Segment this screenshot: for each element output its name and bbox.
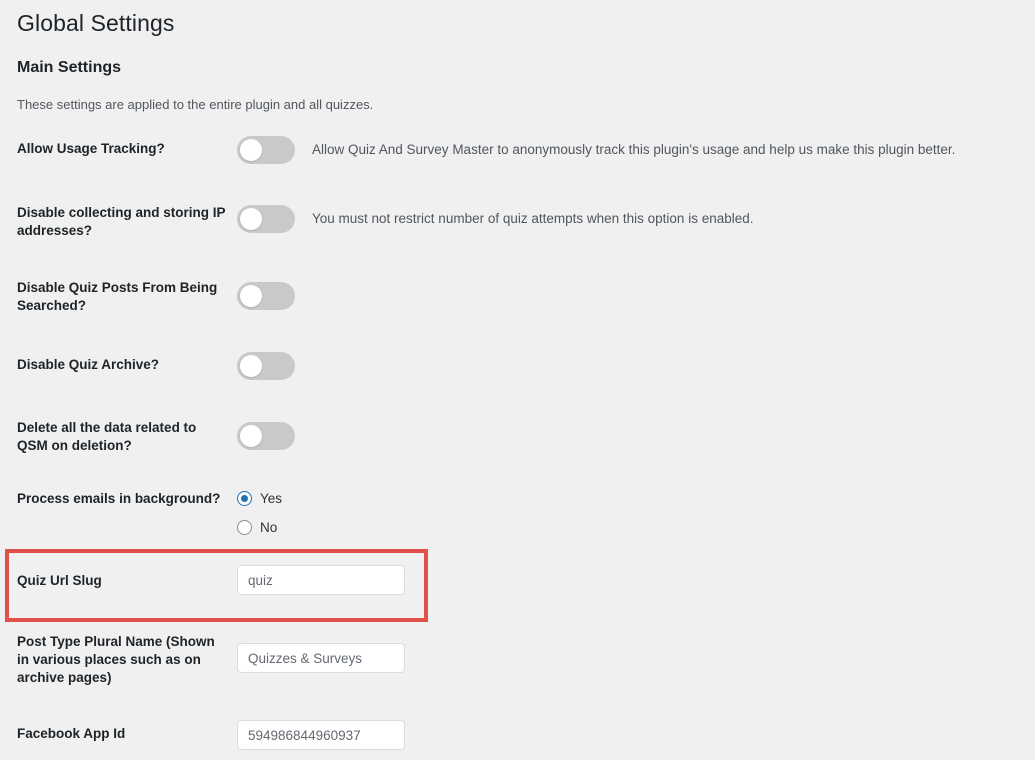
section-title-main-settings: Main Settings	[17, 59, 122, 76]
toggle-disable-ip-storage[interactable]	[237, 205, 295, 233]
post-type-plural-name-input[interactable]	[237, 643, 405, 673]
radio-group-process-emails: Yes No	[237, 484, 282, 542]
radio-label-yes: Yes	[260, 491, 283, 506]
radio-mark-no	[237, 520, 252, 535]
toggle-allow-usage-tracking[interactable]	[237, 136, 295, 164]
facebook-app-id-input[interactable]	[237, 720, 405, 750]
section-description: These settings are applied to the entire…	[17, 97, 374, 112]
toggle-knob	[240, 208, 262, 230]
setting-label: Allow Usage Tracking?	[17, 141, 165, 156]
page-title: Global Settings	[17, 10, 175, 36]
setting-label: Disable Quiz Archive?	[17, 357, 160, 372]
radio-mark-yes	[237, 491, 252, 506]
setting-label: Facebook App Id	[17, 726, 126, 741]
radio-label-no: No	[260, 520, 278, 535]
quiz-url-slug-input[interactable]	[237, 565, 405, 595]
setting-description: You must not restrict number of quiz att…	[312, 211, 754, 226]
toggle-knob	[240, 425, 262, 447]
setting-label: Quiz Url Slug	[17, 573, 102, 588]
toggle-knob	[240, 285, 262, 307]
radio-option-yes[interactable]: Yes	[237, 484, 282, 513]
setting-label: Post Type Plural Name (Shown in various …	[17, 634, 215, 685]
setting-description: Allow Quiz And Survey Master to anonymou…	[312, 142, 956, 157]
setting-label: Process emails in background?	[17, 491, 221, 506]
toggle-delete-all-data[interactable]	[237, 422, 295, 450]
toggle-knob	[240, 355, 262, 377]
toggle-disable-quiz-search[interactable]	[237, 282, 295, 310]
radio-option-no[interactable]: No	[237, 513, 282, 542]
toggle-disable-quiz-archive[interactable]	[237, 352, 295, 380]
setting-label: Delete all the data related to QSM on de…	[17, 420, 197, 453]
toggle-knob	[240, 139, 262, 161]
setting-label: Disable Quiz Posts From Being Searched?	[17, 280, 218, 313]
global-settings-page: Global Settings Main Settings These sett…	[0, 0, 1035, 760]
setting-label: Disable collecting and storing IP addres…	[17, 205, 226, 238]
